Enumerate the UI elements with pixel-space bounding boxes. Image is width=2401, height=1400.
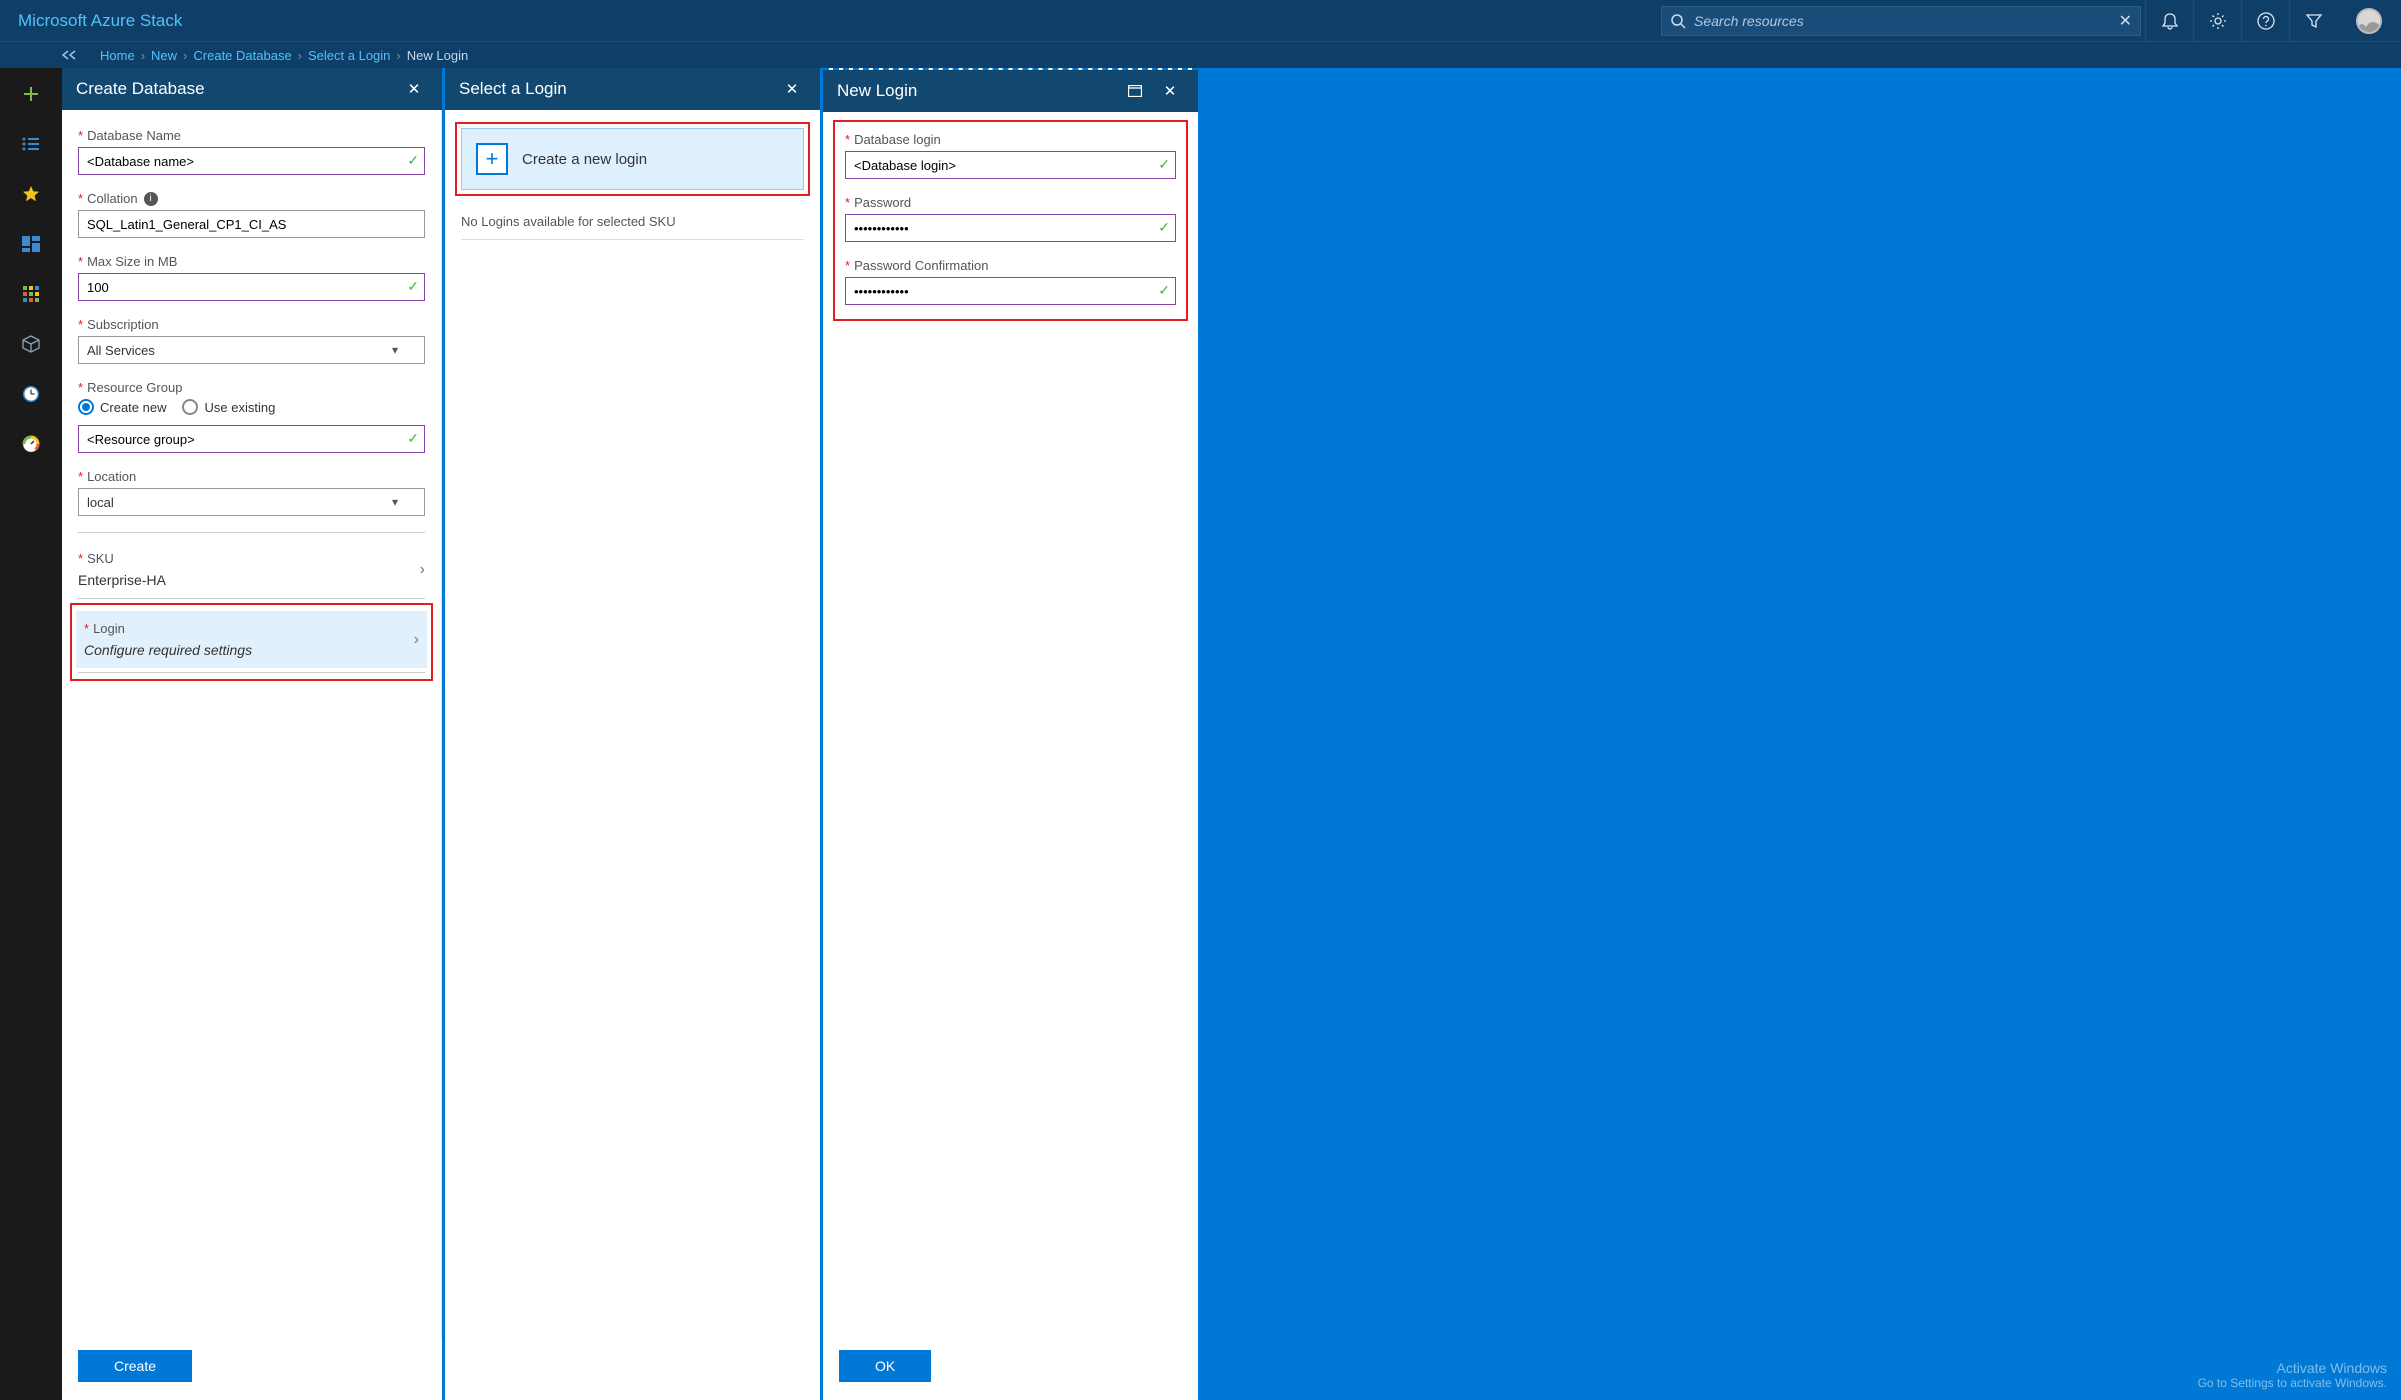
- blade1-title: Create Database: [76, 79, 400, 99]
- radio-use-existing[interactable]: Use existing: [182, 399, 275, 415]
- blade1-header: Create Database ✕: [62, 68, 442, 110]
- check-icon: ✓: [1158, 282, 1170, 299]
- search-icon: [1670, 13, 1686, 29]
- blade3-close-icon[interactable]: ✕: [1156, 82, 1184, 100]
- blade-select-login: Select a Login ✕ + Create a new login No…: [445, 68, 820, 1400]
- field-database-login: *Database login ✓: [845, 132, 1176, 179]
- blade2-close-icon[interactable]: ✕: [778, 80, 806, 98]
- check-icon: ✓: [407, 430, 419, 447]
- sidebar-cube-icon[interactable]: [19, 332, 43, 356]
- workspace-background: Activate Windows Go to Settings to activ…: [1201, 68, 2401, 1400]
- blade2-body: + Create a new login No Logins available…: [445, 110, 820, 1400]
- search-input[interactable]: [1694, 13, 2119, 29]
- windows-watermark: Activate Windows Go to Settings to activ…: [2198, 1360, 2387, 1390]
- help-icon[interactable]: [2241, 0, 2289, 41]
- field-resource-group: *Resource Group Create new Use existing: [78, 380, 425, 453]
- collation-input[interactable]: [78, 210, 425, 238]
- settings-icon[interactable]: [2193, 0, 2241, 41]
- field-location: *Location local ▾: [78, 469, 425, 516]
- password-confirmation-input[interactable]: [845, 277, 1176, 305]
- subscription-select[interactable]: All Services ▾: [78, 336, 425, 364]
- sidebar-clock-icon[interactable]: [19, 382, 43, 406]
- check-icon: ✓: [407, 152, 419, 169]
- blade1-close-icon[interactable]: ✕: [400, 80, 428, 98]
- field-sku[interactable]: *SKU Enterprise-HA ›: [78, 545, 425, 594]
- check-icon: ✓: [407, 278, 419, 295]
- blade1-footer: Create: [62, 1340, 442, 1400]
- sidebar-new-icon[interactable]: [19, 82, 43, 106]
- sidebar-list-icon[interactable]: [19, 132, 43, 156]
- top-icons: [2145, 0, 2337, 41]
- location-select[interactable]: local ▾: [78, 488, 425, 516]
- sidebar-dashboard-icon[interactable]: [19, 232, 43, 256]
- maxsize-input[interactable]: [78, 273, 425, 301]
- blade-create-database: Create Database ✕ *Database Name ✓ *Coll…: [62, 68, 442, 1400]
- blade3-footer: OK: [823, 1340, 1198, 1400]
- blade-new-login: New Login ✕ *Database login ✓: [823, 68, 1198, 1400]
- field-password: *Password ✓: [845, 195, 1176, 242]
- blade3-header: New Login ✕: [823, 70, 1198, 112]
- database-name-input[interactable]: [78, 147, 425, 175]
- new-login-highlight-box: *Database login ✓ *Password ✓: [833, 120, 1188, 321]
- field-login[interactable]: *Login Configure required settings ›: [76, 611, 427, 668]
- field-subscription: *Subscription All Services ▾: [78, 317, 425, 364]
- check-icon: ✓: [1158, 156, 1170, 173]
- brand-title: Microsoft Azure Stack: [0, 11, 200, 31]
- user-avatar[interactable]: [2337, 0, 2401, 41]
- sidebar: [0, 68, 62, 1400]
- resource-group-input[interactable]: [78, 425, 425, 453]
- breadcrumb-home[interactable]: Home: [100, 48, 135, 63]
- chevron-down-icon: ▾: [392, 495, 398, 509]
- chevron-right-icon: ›: [414, 631, 419, 649]
- create-new-login-card[interactable]: + Create a new login: [461, 128, 804, 190]
- chevron-down-icon: ▾: [392, 343, 398, 357]
- blade2-title: Select a Login: [459, 79, 778, 99]
- sidebar-grid-icon[interactable]: [19, 282, 43, 306]
- blade3-maximize-icon[interactable]: [1128, 85, 1156, 97]
- search-clear-icon[interactable]: ✕: [2119, 11, 2132, 31]
- sidebar-favorite-icon[interactable]: [19, 182, 43, 206]
- breadcrumb-new[interactable]: New: [151, 48, 177, 63]
- field-maxsize: *Max Size in MB ✓: [78, 254, 425, 301]
- sidebar-gauge-icon[interactable]: [19, 432, 43, 456]
- breadcrumb-select-login[interactable]: Select a Login: [308, 48, 390, 63]
- search-box[interactable]: ✕: [1661, 6, 2141, 36]
- blade1-body: *Database Name ✓ *Collationi *Max Size i…: [62, 110, 442, 1340]
- notifications-icon[interactable]: [2145, 0, 2193, 41]
- field-collation: *Collationi: [78, 191, 425, 238]
- blade2-header: Select a Login ✕: [445, 68, 820, 110]
- field-password-confirmation: *Password Confirmation ✓: [845, 258, 1176, 305]
- filter-icon[interactable]: [2289, 0, 2337, 41]
- check-icon: ✓: [1158, 219, 1170, 236]
- ok-button[interactable]: OK: [839, 1350, 931, 1382]
- no-logins-message: No Logins available for selected SKU: [461, 208, 804, 240]
- create-button[interactable]: Create: [78, 1350, 192, 1382]
- plus-icon: +: [476, 143, 508, 175]
- chevron-right-icon: ›: [420, 561, 425, 579]
- login-highlight-box: *Login Configure required settings ›: [70, 603, 433, 681]
- top-bar: Microsoft Azure Stack ✕: [0, 0, 2401, 41]
- field-database-name: *Database Name ✓: [78, 128, 425, 175]
- info-icon[interactable]: i: [144, 192, 158, 206]
- breadcrumb-create-database[interactable]: Create Database: [193, 48, 291, 63]
- blade3-body: *Database login ✓ *Password ✓: [823, 112, 1198, 1340]
- breadcrumb-collapse-icon[interactable]: [62, 50, 76, 60]
- workspace: Create Database ✕ *Database Name ✓ *Coll…: [0, 68, 2401, 1400]
- password-input[interactable]: [845, 214, 1176, 242]
- breadcrumb-current: New Login: [407, 48, 468, 63]
- radio-create-new[interactable]: Create new: [78, 399, 166, 415]
- breadcrumb: Home › New › Create Database › Select a …: [0, 41, 2401, 68]
- blade3-title: New Login: [837, 81, 1128, 101]
- blades-container: Create Database ✕ *Database Name ✓ *Coll…: [62, 68, 2401, 1400]
- database-login-input[interactable]: [845, 151, 1176, 179]
